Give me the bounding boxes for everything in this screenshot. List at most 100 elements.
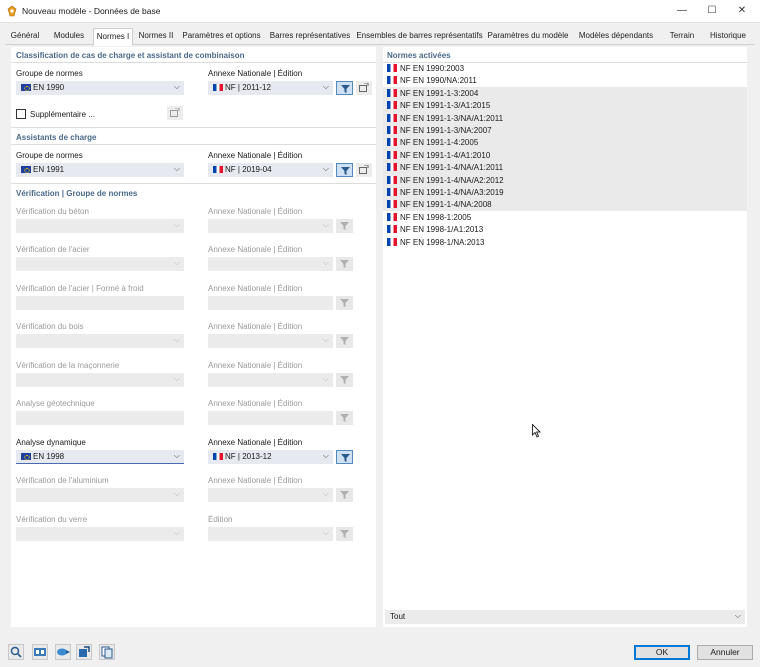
norms-filter-select[interactable]: Tout ⌵ — [385, 610, 745, 624]
chevron-down-icon: ⌵ — [322, 374, 329, 383]
filter-button[interactable] — [336, 257, 353, 271]
norm-list-item[interactable]: NF EN 1991-1-4/NA/A3:2019 — [383, 186, 747, 199]
tab-historique[interactable]: Historique — [705, 28, 751, 45]
tab-normes-2[interactable]: Normes II — [136, 28, 176, 45]
norm-list-item[interactable]: NF EN 1991-1-4/NA:2008 — [383, 198, 747, 211]
chevron-down-icon: ⌵ — [322, 82, 329, 91]
tab-parametres-options[interactable]: Paramètres et options — [179, 28, 264, 45]
load-group-select[interactable]: EN 1991 ⌵ — [16, 163, 184, 177]
edit-icon — [170, 108, 180, 117]
norm-list-item[interactable]: NF EN 1991-1-3/NA/A1:2011 — [383, 111, 747, 124]
supplementary-edit-button[interactable] — [167, 106, 183, 120]
norm-list-item[interactable]: NF EN 1991-1-4/A1:2010 — [383, 148, 747, 162]
filter-icon — [340, 414, 349, 422]
norm-list-item[interactable]: NF EN 1990:2003 — [383, 62, 747, 74]
tab-modules[interactable]: Modules — [48, 28, 90, 45]
cold-formed-annex-select[interactable] — [208, 296, 333, 310]
export-icon[interactable] — [76, 644, 92, 660]
norm-list-item[interactable]: NF EN 1991-1-3/NA:2007 — [383, 124, 747, 137]
filter-button[interactable] — [336, 334, 353, 348]
geotechnical-annex-select[interactable] — [208, 411, 333, 425]
tab-general[interactable]: Général — [6, 28, 44, 45]
filter-button[interactable] — [336, 411, 353, 425]
filter-icon — [340, 337, 349, 345]
concrete-annex-select[interactable]: ⌵ — [208, 219, 333, 233]
verif-label: Analyse géotechnique — [16, 399, 95, 408]
norm-label: NF EN 1998-1/NA:2013 — [400, 237, 485, 247]
steel-verification-select[interactable]: ⌵ — [16, 257, 184, 271]
norm-list-item[interactable]: NF EN 1998-1:2005 — [383, 211, 747, 223]
dynamic-annex-value: NF | 2013-12 — [225, 452, 272, 461]
title-bar: Nouveau modèle - Données de base — ☐ ✕ — [0, 0, 760, 23]
concrete-verification-select[interactable]: ⌵ — [16, 219, 184, 233]
fr-flag-icon — [387, 138, 397, 147]
filter-icon — [340, 376, 349, 384]
cancel-button[interactable]: Annuler — [697, 645, 753, 660]
copy-icon[interactable] — [99, 644, 115, 660]
classification-group-select[interactable]: EN 1990 ⌵ — [16, 81, 184, 95]
edit-button[interactable] — [356, 81, 372, 95]
timber-verification-select[interactable]: ⌵ — [16, 334, 184, 348]
supplementary-checkbox[interactable] — [16, 109, 26, 119]
chevron-down-icon: ⌵ — [173, 82, 180, 91]
filter-button[interactable] — [336, 450, 353, 464]
maximize-button[interactable]: ☐ — [698, 0, 726, 22]
fr-flag-icon — [387, 88, 397, 97]
chevron-down-icon: ⌵ — [322, 335, 329, 344]
dynamic-analysis-select[interactable]: EN 1998 ⌵ — [16, 450, 184, 464]
minimize-button[interactable]: — — [668, 0, 696, 22]
load-annex-select[interactable]: NF | 2019-04 ⌵ — [208, 163, 333, 177]
timber-annex-select[interactable]: ⌵ — [208, 334, 333, 348]
fr-flag-icon — [387, 188, 397, 196]
aluminium-annex-select[interactable]: ⌵ — [208, 488, 333, 502]
filter-button[interactable] — [336, 219, 353, 233]
chevron-down-icon: ⌵ — [173, 489, 180, 498]
norm-list-item[interactable]: NF EN 1991-1-3:2004 — [383, 86, 747, 100]
search-icon[interactable] — [8, 644, 24, 660]
tab-terrain[interactable]: Terrain — [662, 28, 702, 45]
tab-barres-representatives[interactable]: Barres représentatives — [267, 28, 353, 45]
filter-button[interactable] — [336, 296, 353, 310]
cold-formed-steel-select[interactable] — [16, 296, 184, 310]
norms-filter-value: Tout — [390, 612, 406, 621]
ok-button[interactable]: OK — [634, 645, 690, 660]
glass-edition-select[interactable]: ⌵ — [208, 527, 333, 541]
aluminium-verification-select[interactable]: ⌵ — [16, 488, 184, 502]
tab-ensembles-barres[interactable]: Ensembles de barres représentatifs — [356, 28, 483, 45]
filter-icon — [340, 299, 349, 307]
verif-label: Vérification du verre — [16, 515, 88, 524]
classification-annex-select[interactable]: NF | 2011-12 ⌵ — [208, 81, 333, 95]
display-icon[interactable] — [55, 644, 71, 660]
masonry-annex-select[interactable]: ⌵ — [208, 373, 333, 387]
fr-flag-icon — [387, 225, 397, 234]
filter-button[interactable] — [336, 81, 353, 95]
dynamic-annex-select[interactable]: NF | 2013-12 ⌵ — [208, 450, 333, 464]
filter-button[interactable] — [336, 488, 353, 502]
steel-annex-select[interactable]: ⌵ — [208, 257, 333, 271]
masonry-verification-select[interactable]: ⌵ — [16, 373, 184, 387]
glass-verification-select[interactable]: ⌵ — [16, 527, 184, 541]
load-annex-value: NF | 2019-04 — [225, 165, 272, 174]
filter-button[interactable] — [336, 163, 353, 177]
classification-group-label: Groupe de normes — [16, 69, 83, 78]
edit-button[interactable] — [356, 163, 372, 177]
fr-flag-icon — [387, 200, 397, 209]
norm-list-item[interactable]: NF EN 1991-1-3/A1:2015 — [383, 99, 747, 112]
units-icon[interactable] — [32, 644, 48, 660]
norm-list-item[interactable]: NF EN 1991-1-4:2005 — [383, 136, 747, 149]
norm-label: NF EN 1991-1-3/A1:2015 — [400, 101, 491, 111]
norm-list-item[interactable]: NF EN 1990/NA:2011 — [383, 74, 747, 86]
norm-list-item[interactable]: NF EN 1991-1-4/NA/A1:2011 — [383, 161, 747, 174]
tab-modeles-dependants[interactable]: Modèles dépendants — [574, 28, 658, 45]
norm-list-item[interactable]: NF EN 1998-1/NA:2013 — [383, 236, 747, 248]
tab-normes-1[interactable]: Normes I — [93, 28, 133, 46]
filter-button[interactable] — [336, 373, 353, 387]
verif-annex-label: Annexe Nationale | Édition — [208, 361, 303, 370]
filter-button[interactable] — [336, 527, 353, 541]
geotechnical-select[interactable] — [16, 411, 184, 425]
tab-parametres-modele[interactable]: Paramètres du modèle — [486, 28, 570, 45]
norm-list-item[interactable]: NF EN 1998-1/A1:2013 — [383, 223, 747, 235]
norm-list-item[interactable]: NF EN 1991-1-4/NA/A2:2012 — [383, 173, 747, 186]
close-button[interactable]: ✕ — [728, 0, 756, 22]
verif-label: Vérification du bois — [16, 322, 84, 331]
